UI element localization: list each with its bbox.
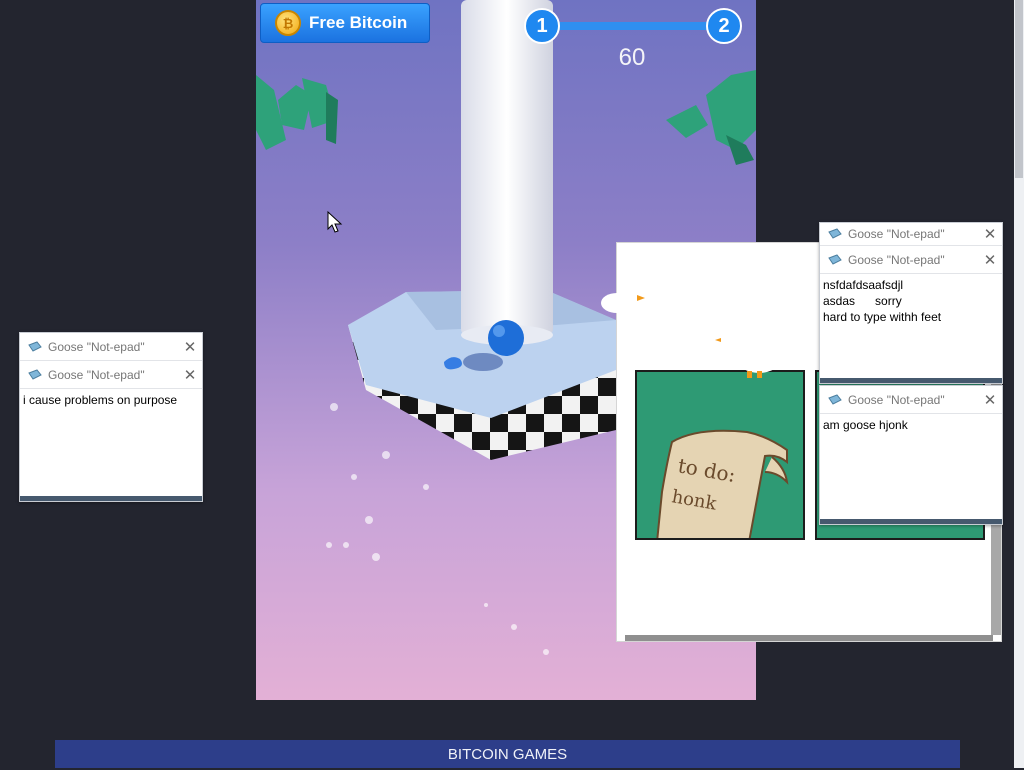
notepad-2-title: Goose "Not-epad": [848, 227, 945, 241]
notepad-0-title: Goose "Not-epad": [48, 339, 145, 354]
comic-panel-todo: to do: honk: [635, 370, 805, 540]
next-level-badge: 2: [706, 8, 742, 44]
notepad-4-footer: [820, 519, 1002, 524]
close-icon[interactable]: ✕: [178, 366, 202, 384]
bitcoin-games-banner[interactable]: BITCOIN GAMES: [55, 740, 960, 768]
notepad-0[interactable]: Goose "Not-epad" ✕ Goose "Not-epad" ✕ i …: [19, 332, 203, 502]
level-progress-bar: [542, 22, 720, 30]
notepad-2-titlebar[interactable]: Goose "Not-epad" ✕: [820, 223, 1002, 246]
left-foliage: [256, 75, 338, 150]
scrollbar-thumb[interactable]: [1015, 0, 1023, 178]
notepad-3-title: Goose "Not-epad": [848, 252, 945, 267]
notepad-icon: [28, 340, 42, 353]
notepad-3-titlebar[interactable]: Goose "Not-epad" ✕: [820, 246, 1002, 274]
player-ball: [488, 320, 524, 356]
page-scrollbar[interactable]: [1014, 0, 1024, 768]
score-counter: 60: [618, 44, 646, 71]
notepad-1-titlebar[interactable]: Goose "Not-epad" ✕: [20, 361, 202, 389]
notepad-1-title: Goose "Not-epad": [48, 367, 145, 382]
close-icon[interactable]: ✕: [178, 338, 202, 356]
close-icon[interactable]: ✕: [978, 225, 1002, 243]
notepad-4-title: Goose "Not-epad": [848, 392, 945, 407]
free-bitcoin-label: Free Bitcoin: [309, 13, 408, 32]
close-icon[interactable]: ✕: [978, 391, 1002, 409]
todo-scroll-image: to do: honk: [656, 429, 789, 538]
notepad-4-titlebar[interactable]: Goose "Not-epad" ✕: [820, 386, 1002, 414]
notepad-3[interactable]: Goose "Not-epad" ✕ Goose "Not-epad" ✕ ns…: [819, 222, 1003, 384]
free-bitcoin-button[interactable]: ₿ Free Bitcoin: [260, 3, 430, 43]
notepad-0-text[interactable]: i cause problems on purpose: [20, 389, 202, 411]
mouse-cursor: [327, 210, 343, 233]
goose-head: [601, 289, 645, 313]
close-icon[interactable]: ✕: [978, 251, 1002, 269]
current-level-badge: 1: [524, 8, 560, 44]
notepad-3-text[interactable]: nsfdafdsaafsdjl asdas sorry hard to type…: [820, 274, 1002, 328]
notepad-0-footer: [20, 496, 202, 501]
notepad-4-text[interactable]: am goose hjonk: [820, 414, 1002, 436]
notepad-0-titlebar[interactable]: Goose "Not-epad" ✕: [20, 333, 202, 361]
right-foliage: [666, 70, 756, 165]
comic-window-footer: [625, 635, 993, 641]
notepad-icon: [828, 228, 842, 240]
notepad-icon: [828, 393, 842, 406]
level-progress: 1 2: [524, 8, 742, 44]
bitcoin-icon: ₿: [275, 10, 301, 36]
goose-sprite: [715, 333, 781, 378]
tower-pole: [461, 0, 553, 335]
notepad-icon: [828, 253, 842, 266]
notepad-icon: [28, 368, 42, 381]
notepad-4[interactable]: Goose "Not-epad" ✕ am goose hjonk: [819, 385, 1003, 525]
notepad-3-footer: [820, 378, 1002, 383]
